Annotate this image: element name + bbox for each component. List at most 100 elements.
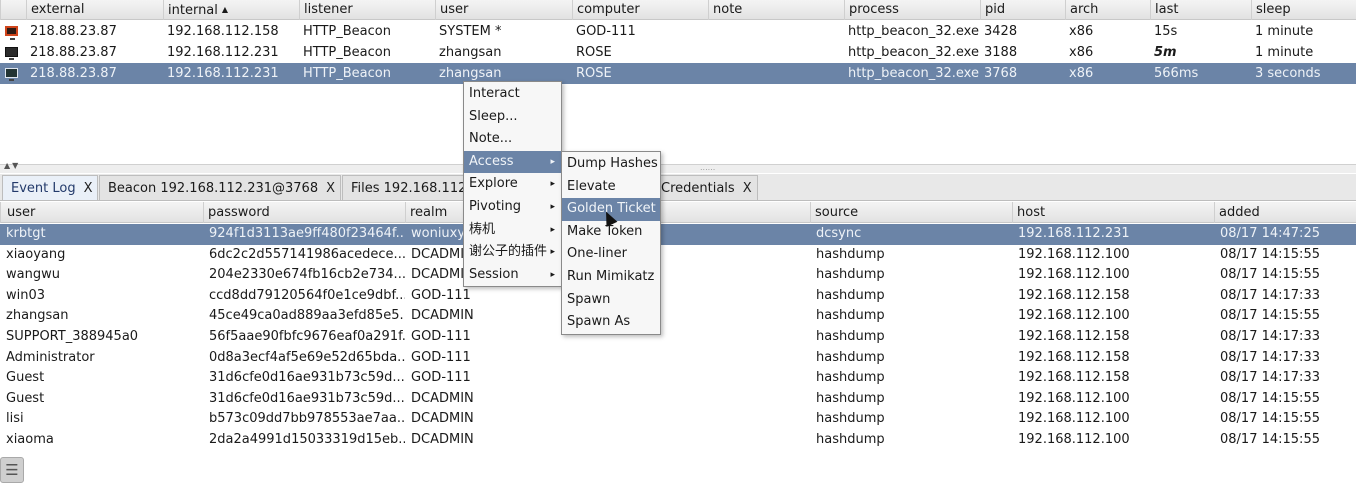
col-external[interactable]: external	[26, 0, 163, 20]
access-item-6[interactable]: Spawn	[562, 289, 660, 312]
beacon-monitor-icon	[5, 47, 18, 60]
access-item-0[interactable]: Dump Hashes	[562, 153, 660, 176]
credential-row[interactable]: Guest 31d6cfe0d16ae931b73c59d... DCADMIN ha…	[0, 389, 1356, 410]
credential-source: hashdump	[816, 287, 885, 303]
tab-event-log[interactable]: Event Log X	[2, 175, 98, 200]
beacon-listener: HTTP_Beacon	[303, 45, 391, 60]
tab-credentials[interactable]: Credentials X	[652, 175, 758, 200]
splitter-grip-icon: ......	[700, 163, 716, 172]
col-cred-added[interactable]: added	[1214, 202, 1356, 223]
credential-row[interactable]: SUPPORT_388945a0 56f5aae90fbfc9676eaf0a29…	[0, 327, 1356, 348]
credential-source: hashdump	[816, 349, 885, 365]
menu-item-2[interactable]: Note...	[464, 128, 561, 151]
credential-source: hashdump	[816, 390, 885, 406]
col-sleep[interactable]: sleep	[1251, 0, 1356, 20]
menu-item-3[interactable]: Access ▸	[464, 150, 561, 174]
col-last[interactable]: last	[1150, 0, 1251, 20]
col-cred-user[interactable]: user	[0, 202, 203, 223]
credential-source: hashdump	[816, 432, 885, 447]
menu-item-4[interactable]: Explore ▸	[464, 173, 561, 196]
credential-password: 6dc2c2d557141986acedece...	[209, 246, 405, 262]
menu-item-6[interactable]: 梼机 ▸	[464, 219, 561, 242]
menu-item-8[interactable]: Session ▸	[464, 264, 561, 287]
beacon-monitor-icon	[5, 68, 18, 81]
beacon-row[interactable]: 218.88.23.87 192.168.112.231 HTTP_Beacon…	[0, 42, 1356, 63]
credential-row[interactable]: win03 ccd8dd79120564f0e1ce9dbf... GOD-111 h…	[0, 286, 1356, 307]
beacon-external: 218.88.23.87	[30, 45, 117, 60]
access-item-1[interactable]: Elevate	[562, 176, 660, 199]
tab-files[interactable]: Files 192.168.112	[342, 175, 464, 200]
credential-row[interactable]: xiaoma 2da2a4991d15033319d15eb... DCADMIN h…	[0, 430, 1356, 451]
credential-user: Guest	[6, 370, 45, 386]
credential-row[interactable]: wangwu 204e2330e674fb16cb2e734... DCADMIN h…	[0, 265, 1356, 286]
submenu-arrow-icon: ▸	[550, 247, 555, 258]
tab-label: Files 192.168.112	[351, 181, 464, 196]
credential-realm: GOD-111	[411, 349, 471, 365]
col-cred-host[interactable]: host	[1012, 202, 1214, 223]
credential-user: SUPPORT_388945a0	[6, 329, 139, 344]
menu-item-1[interactable]: Sleep...	[464, 106, 561, 129]
menu-item-label: Sleep...	[469, 108, 518, 124]
credential-added: 08/17 14:17:33	[1220, 349, 1320, 365]
col-note[interactable]: note	[708, 0, 844, 20]
credential-row[interactable]: Administrator 0d8a3ecf4af5e69e52d65bda...…	[0, 348, 1356, 369]
col-last-label: last	[1155, 2, 1179, 17]
col-process[interactable]: process	[844, 0, 980, 20]
credential-password: 0d8a3ecf4af5e69e52d65bda...	[209, 349, 405, 365]
credential-row[interactable]: zhangsan 45ce49ca0ad889aa3efd85e5... DCADM…	[0, 306, 1356, 327]
beacon-sleep: 1 minute	[1255, 45, 1314, 60]
credential-added: 08/17 14:17:33	[1220, 329, 1320, 344]
col-user[interactable]: user	[435, 0, 572, 20]
credential-host: 192.168.112.100	[1018, 267, 1130, 283]
panel-splitter[interactable]: ▲▼ ......	[0, 161, 1356, 173]
col-internal[interactable]: internal ▲	[163, 0, 299, 20]
col-process-label: process	[849, 2, 899, 17]
col-listener[interactable]: listener	[299, 0, 435, 20]
credential-user: win03	[6, 287, 46, 303]
credential-row[interactable]: lisi b573c09dd7bb978553ae7aa... DCADMIN has…	[0, 409, 1356, 430]
col-arch[interactable]: arch	[1065, 0, 1150, 20]
col-sleep-label: sleep	[1256, 2, 1291, 17]
col-computer[interactable]: computer	[572, 0, 708, 20]
beacon-monitor-icon	[5, 26, 18, 40]
access-item-4[interactable]: One-liner	[562, 243, 660, 266]
beacon-row[interactable]: 218.88.23.87 192.168.112.158 HTTP_Beacon…	[0, 21, 1356, 42]
beacon-internal: 192.168.112.231	[167, 45, 279, 60]
access-submenu: Dump Hashes Elevate Golden Ticket Make Toke…	[561, 151, 661, 335]
beacon-row-selected[interactable]: 218.88.23.87 192.168.112.231 HTTP_Beacon…	[0, 63, 1356, 84]
credential-row[interactable]: Guest 31d6cfe0d16ae931b73c59d... GOD-111 ha…	[0, 368, 1356, 389]
credentials-table-header: user password realm source host added	[0, 202, 1356, 223]
col-cred-password[interactable]: password	[203, 202, 405, 223]
close-tab-icon[interactable]: X	[326, 181, 335, 196]
beacon-computer: GOD-111	[576, 24, 636, 39]
credential-row[interactable]: krbtgt 924f1d3113ae9ff480f23464f... woniux…	[0, 224, 1356, 245]
beacon-arch: x86	[1069, 24, 1094, 39]
col-cred-source[interactable]: source	[810, 202, 1012, 223]
col-user-label: user	[440, 2, 469, 17]
tab-beacon[interactable]: Beacon 192.168.112.231@3768 X	[99, 175, 341, 200]
access-item-5[interactable]: Run Mimikatz	[562, 266, 660, 289]
credential-user: Administrator	[6, 349, 95, 365]
col-pid[interactable]: pid	[980, 0, 1065, 20]
collapse-arrows-icon[interactable]: ▲▼	[4, 161, 20, 170]
menu-item-label: Session	[469, 266, 519, 282]
credential-password: 45ce49ca0ad889aa3efd85e5...	[209, 308, 405, 324]
beacon-external: 218.88.23.87	[30, 24, 117, 39]
beacon-user: zhangsan	[439, 45, 502, 60]
access-item-7[interactable]: Spawn As	[562, 311, 660, 334]
menu-item-0[interactable]: Interact	[464, 83, 561, 106]
credential-user: zhangsan	[6, 308, 69, 324]
submenu-arrow-icon: ▸	[550, 269, 555, 280]
col-note-label: note	[713, 2, 743, 17]
menu-item-5[interactable]: Pivoting ▸	[464, 196, 561, 219]
col-label: host	[1017, 205, 1046, 220]
credential-row[interactable]: xiaoyang 6dc2c2d557141986acedece... DCADMI…	[0, 245, 1356, 266]
credential-added: 08/17 14:15:55	[1220, 411, 1320, 427]
icon-column-header[interactable]	[0, 0, 26, 20]
console-toggle-button[interactable]: ☰	[0, 457, 24, 483]
col-label: realm	[410, 205, 448, 220]
close-tab-icon[interactable]: X	[743, 181, 752, 196]
menu-item-7[interactable]: 谢公子的插件 ▸	[464, 241, 561, 264]
close-tab-icon[interactable]: X	[84, 181, 93, 196]
credential-user: xiaoma	[6, 432, 54, 447]
